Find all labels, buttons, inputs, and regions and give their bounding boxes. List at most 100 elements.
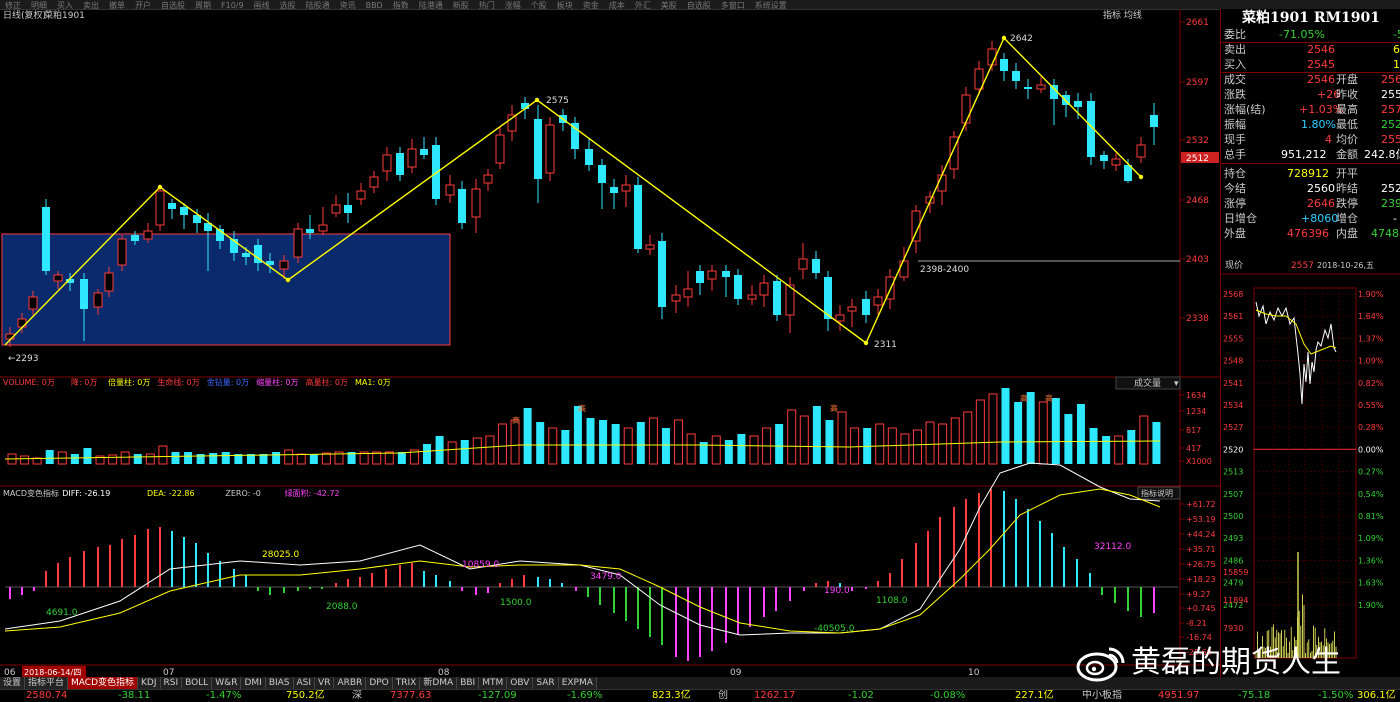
volume-bar <box>209 453 217 464</box>
indicator-tab[interactable]: DMI <box>241 677 265 689</box>
dropdown-icon: ▾ <box>1174 379 1179 389</box>
indicator-tab[interactable]: W&R <box>212 677 241 689</box>
quote-cell: 2546 <box>1307 42 1335 57</box>
quote-cell: -71.05% <box>1279 27 1325 42</box>
candle-down <box>571 123 579 149</box>
volume-bar <box>1090 428 1098 464</box>
intraday-price-tick: 2527 <box>1223 423 1243 432</box>
quote-row: 今结 2560 昨结 252 <box>1221 181 1400 196</box>
high-label: 2642 <box>1010 34 1033 44</box>
quote-cell: 最高 <box>1336 102 1358 117</box>
volume-bar <box>398 452 406 464</box>
candle-up <box>370 177 378 187</box>
volume-bar <box>951 418 959 464</box>
indicator-tab[interactable]: EXPMA <box>559 677 597 689</box>
status-value: 中小板指 <box>1082 690 1122 702</box>
indicator-tab[interactable]: BBI <box>457 677 479 689</box>
quote-cell: 外盘 <box>1224 226 1246 241</box>
indicator-tab[interactable]: 指标平台 <box>25 677 68 689</box>
volume-bar <box>1077 404 1085 464</box>
volume-bar <box>624 428 632 464</box>
candle-down <box>1150 115 1158 127</box>
high-volume-mark: 高 <box>578 403 586 413</box>
candle-down <box>534 119 542 179</box>
quote-cell: 2546 <box>1307 72 1335 87</box>
intraday-price-tick: 2507 <box>1223 490 1243 499</box>
volume-bar <box>1014 402 1022 464</box>
quote-cell: 1.80% <box>1301 117 1336 132</box>
quote-cell: 金额 <box>1336 147 1358 162</box>
quote-cell: 257 <box>1381 102 1400 117</box>
indicator-tab[interactable]: VR <box>315 677 334 689</box>
date-highlight-label: 2018-06-14/四 <box>24 668 81 677</box>
quote-cell: -5 <box>1393 27 1400 42</box>
main-chart[interactable]: 日线(复权)菜粕1901 指标 均线 2661 2597 2532 2468 2403 233… <box>0 9 1220 677</box>
candle-down <box>396 153 404 175</box>
volume-bar <box>473 438 481 464</box>
indicator-tab[interactable]: 设置 <box>0 677 25 689</box>
quote-separator <box>1221 163 1400 164</box>
indicator-tab[interactable]: OBV <box>507 677 533 689</box>
candle-up <box>332 205 340 213</box>
candle-up <box>496 135 504 163</box>
quote-cell: 今结 <box>1224 181 1246 196</box>
volume-bar <box>1152 422 1160 464</box>
intraday-pct-tick: 1.36% <box>1358 556 1384 565</box>
intraday-price-tick: 2568 <box>1223 290 1243 299</box>
indicator-tab[interactable]: SAR <box>533 677 558 689</box>
volume-bar <box>1115 436 1123 464</box>
candle-down <box>344 205 352 213</box>
macd-legend: ZERO: -0 <box>225 489 260 498</box>
candle-up <box>105 273 113 291</box>
indicator-tab[interactable]: BOLL <box>182 677 212 689</box>
candle-down <box>168 203 176 209</box>
intraday-price-tick: 2500 <box>1223 512 1243 521</box>
volume-bar <box>1127 430 1135 464</box>
quote-cell: 持仓 <box>1224 166 1246 181</box>
macd-tick-label: +18.23 <box>1186 575 1216 584</box>
quote-row: 总手951,212金额242.8亿 <box>1221 147 1400 162</box>
intraday-price-tick: 2541 <box>1223 379 1243 388</box>
volume-bar <box>813 406 821 464</box>
candle-down <box>585 149 593 165</box>
volume-bar <box>109 455 117 464</box>
quote-cell: 最低 <box>1336 117 1358 132</box>
indicator-tab[interactable]: DPO <box>366 677 392 689</box>
candle-up <box>357 191 365 199</box>
indicator-tab[interactable]: ARBR <box>334 677 366 689</box>
indicator-tab[interactable]: MACD变色指标 <box>68 677 138 689</box>
volume-legend: MA1: 0万 <box>355 378 391 387</box>
volume-bar <box>901 434 909 464</box>
macd-legend: DEA: -22.86 <box>147 489 195 498</box>
volume-bar <box>536 422 544 464</box>
volume-legend: 倍量柱: 0万 <box>108 377 150 387</box>
quote-cell: 255 <box>1381 132 1400 147</box>
candle-down <box>306 229 314 233</box>
indicator-tab[interactable]: KDJ <box>138 677 161 689</box>
consolidation-box[interactable] <box>2 234 450 345</box>
watermark-text: 黄磊的期货人生 <box>1131 645 1341 681</box>
candle-down <box>1000 59 1008 71</box>
quote-cell: 47481 <box>1371 226 1400 241</box>
status-value: -1.02 <box>848 690 874 702</box>
status-value: -75.18 <box>1238 690 1270 702</box>
volume-bar <box>549 428 557 464</box>
indicator-tab[interactable]: TRIX <box>393 677 421 689</box>
status-value: -38.11 <box>118 690 150 702</box>
quote-cell: 跌停 <box>1336 196 1358 211</box>
price-tick-label: 2661 <box>1186 18 1209 28</box>
volume-bar <box>1102 436 1110 464</box>
indicator-tab[interactable]: MTM <box>479 677 507 689</box>
volume-bar <box>1052 398 1060 464</box>
indicator-tab[interactable]: ASI <box>294 677 316 689</box>
macd-tick-label: +35.71 <box>1186 545 1216 554</box>
indicator-tab[interactable]: 新DMA <box>420 677 457 689</box>
indicator-ma-labels: 指标 均线 <box>1103 9 1142 21</box>
indicator-tab[interactable]: RSI <box>161 677 183 689</box>
status-value: -1.69% <box>567 690 602 702</box>
candle-up <box>294 229 302 257</box>
candle-down <box>610 187 618 193</box>
candle-up <box>408 149 416 167</box>
indicator-tab[interactable]: BIAS <box>266 677 294 689</box>
intraday-chart[interactable]: 现价 2557 2018-10-26,五 2568 1.90% 2561 1.64% 2555… <box>1221 254 1400 681</box>
